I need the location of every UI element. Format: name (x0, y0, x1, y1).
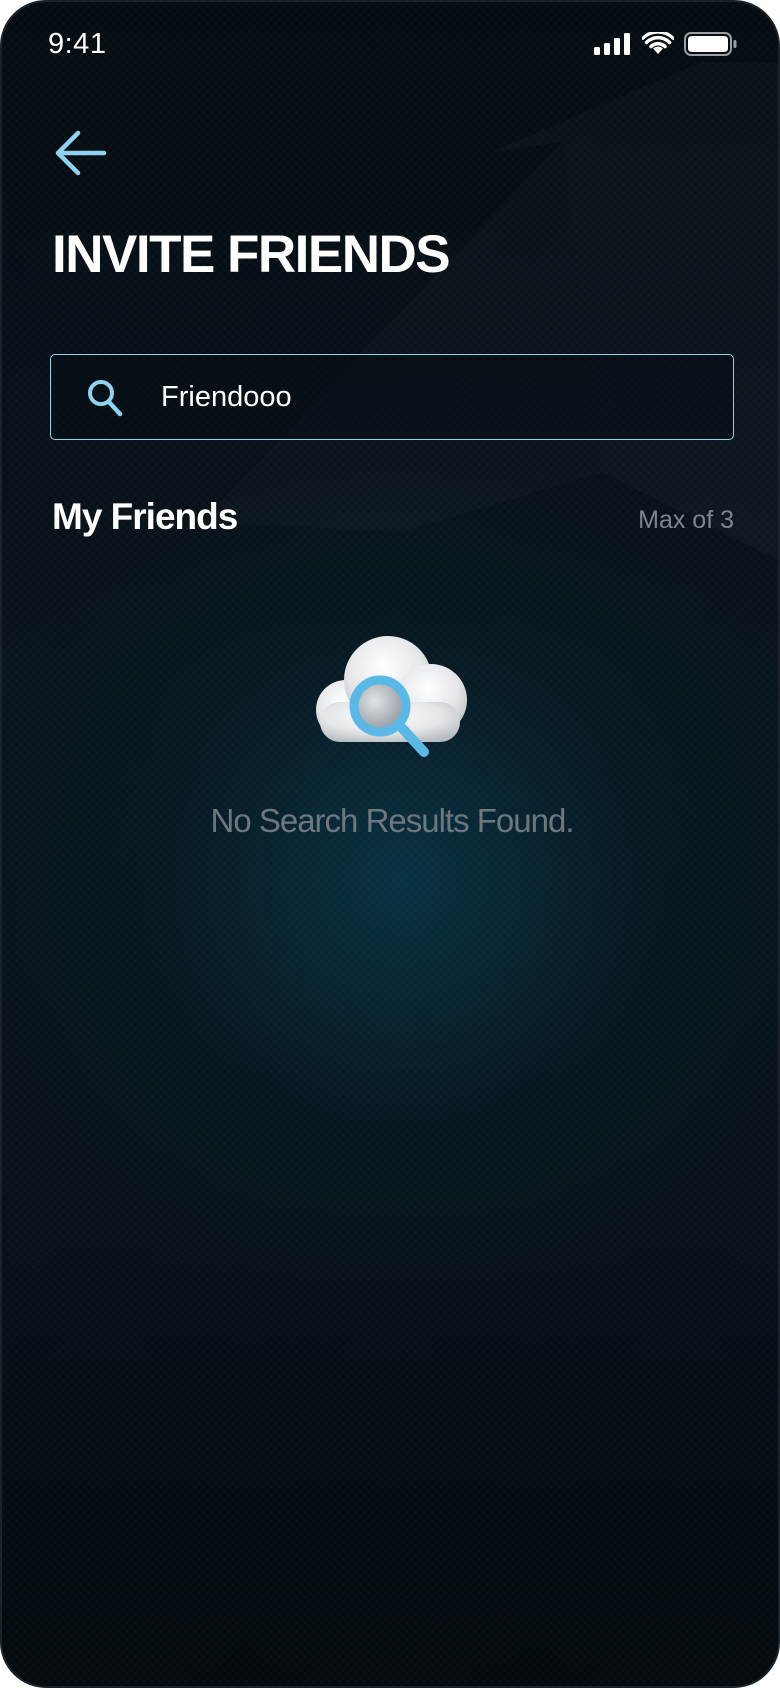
search-icon (88, 380, 123, 417)
cloud-search-icon (316, 636, 467, 757)
page-title: INVITE FRIENDS (52, 225, 451, 284)
my-friends-header: My Friends Max of 3 (50, 496, 734, 546)
status-time: 9:41 (48, 28, 107, 60)
search-input[interactable] (161, 355, 701, 439)
section-title: My Friends (52, 496, 238, 537)
battery-icon (684, 32, 737, 56)
arrow-left-icon (55, 130, 107, 176)
back-button[interactable] (50, 126, 110, 180)
search-field[interactable] (50, 354, 734, 440)
phone-screen: 9:41 INVITE FRIENDS Friendooo My Friends… (0, 0, 780, 1688)
max-friends-label: Max of 3 (638, 506, 734, 534)
status-icons (594, 32, 738, 56)
signal-icon (594, 33, 630, 55)
empty-state-message: No Search Results Found. (210, 802, 574, 839)
wifi-icon (642, 32, 674, 54)
status-bar: 9:41 (2, 2, 778, 94)
